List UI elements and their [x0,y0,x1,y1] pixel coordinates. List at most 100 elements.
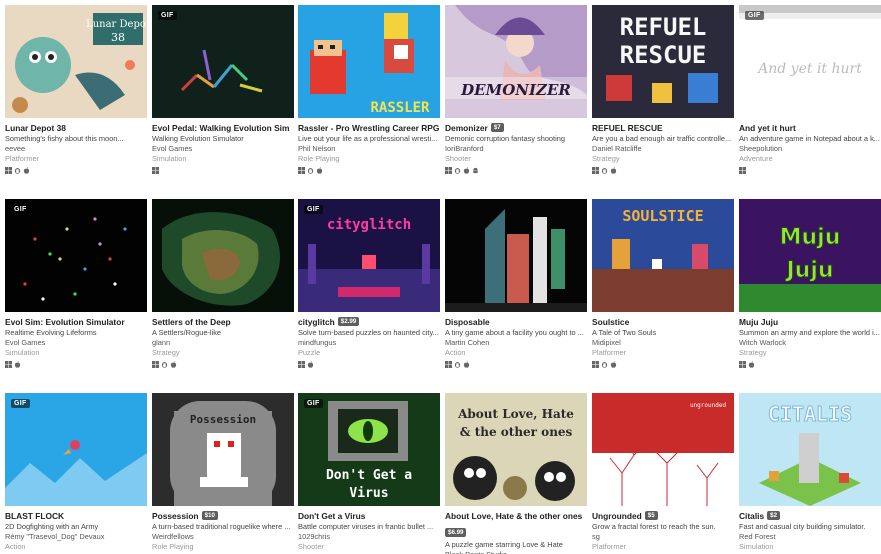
game-author-link[interactable]: Evol Games [152,144,294,154]
game-card[interactable]: cityglitch GIF cityglitch $2.99 Solve turn-b… [298,199,440,369]
game-title-link[interactable]: Rassler - Pro Wrestling Career RPG [298,123,439,133]
game-author-link[interactable]: mindfungus [298,338,440,348]
game-card[interactable]: REFUEL RESCUE REFUEL RESCUE Are you a bad e… [592,5,734,175]
game-description: An adventure game in Notepad about a k..… [739,134,880,143]
game-card[interactable]: GIF Evol Sim: Evolution Simulator Realtime… [5,199,147,369]
game-card[interactable]: Possession Possession $10 A turn-based trad… [152,393,294,552]
game-title-link[interactable]: REFUEL RESCUE [592,123,663,133]
game-thumbnail[interactable]: REFUEL RESCUE [592,5,734,118]
platform-list [445,165,587,175]
game-thumbnail[interactable] [445,199,587,312]
game-description: 2D Dogfighting with an Army [5,522,99,531]
game-genre: Strategy [739,348,767,357]
game-title-link[interactable]: Evol Pedal: Walking Evolution Sim [152,123,289,133]
game-title-link[interactable]: And yet it hurt [739,123,796,133]
game-thumbnail[interactable]: GIF [5,393,147,506]
game-card[interactable]: Lunar Depot 38 Lunar Depot 38 Something's f… [5,5,147,175]
game-card[interactable]: Settlers of the Deep A Settlers/Rogue-lik… [152,199,294,369]
price-badge: $5 [644,511,658,520]
game-genre: Simulation [5,348,40,357]
game-thumbnail[interactable]: DEMONIZER [445,5,587,118]
game-thumbnail[interactable]: Possession [152,393,294,506]
game-title-link[interactable]: Evol Sim: Evolution Simulator [5,317,125,327]
game-card[interactable]: Don't Get a Virus GIF Don't Get a Virus Batt… [298,393,440,552]
title-row: Muju Juju [739,316,881,327]
game-author-link[interactable]: Sheepolution [739,144,881,154]
game-author-link[interactable]: Phil Nelson [298,144,440,154]
game-thumbnail[interactable]: CITALIS [739,393,881,506]
game-title-link[interactable]: cityglitch [298,317,335,327]
game-author-link[interactable]: sg [592,532,734,542]
game-card[interactable]: Disposable A tiny game about a facility y… [445,199,587,369]
game-title-link[interactable]: Soulstice [592,317,629,327]
title-row: Evol Sim: Evolution Simulator [5,316,147,327]
svg-text:cityglitch: cityglitch [327,217,411,233]
svg-text:Virus: Virus [349,486,388,501]
game-thumbnail[interactable]: RASSLER [298,5,440,118]
game-title-link[interactable]: Demonizer [445,123,488,133]
game-author-link[interactable]: Daniel Ratcliffe [592,144,734,154]
game-thumbnail[interactable]: GIF [5,199,147,312]
game-thumbnail[interactable]: cityglitch GIF [298,199,440,312]
game-author-link[interactable]: glann [152,338,294,348]
mac-icon [14,360,21,368]
game-card[interactable]: RASSLER Rassler - Pro Wrestling Career RP… [298,5,440,175]
game-author-link[interactable]: IoriBranford [445,144,587,154]
game-thumbnail[interactable]: ungrounded [592,393,734,506]
game-card[interactable]: CITALIS Citalis $2 Fast and casual city bui… [739,393,881,552]
game-card[interactable]: ungrounded Ungrounded $5 Grow a fractal for… [592,393,734,552]
game-title-link[interactable]: Ungrounded [592,511,642,521]
game-author-link[interactable]: eevee [5,144,147,154]
svg-text:DEMONIZER: DEMONIZER [460,81,571,99]
game-card[interactable]: DEMONIZER Demonizer $7 Demonic corruption f… [445,5,587,175]
game-author-link[interactable]: 1029chris [298,532,440,542]
game-title-link[interactable]: About Love, Hate & the other ones [445,511,582,521]
game-thumbnail[interactable]: And yet it hurt GIF [739,5,881,118]
gif-badge: GIF [745,11,764,20]
game-author-link[interactable]: Black Pants Studio [445,550,587,554]
game-title-link[interactable]: Disposable [445,317,490,327]
game-thumbnail[interactable]: Muju Juju [739,199,881,312]
game-card[interactable]: SOULSTICE Soulstice A Tale of Two Souls Mid… [592,199,734,369]
game-author-link[interactable]: Midipixel [592,338,734,348]
linux-icon [601,361,608,368]
game-author-link[interactable]: Martin Cohen [445,338,587,348]
price-badge: $2 [767,511,781,520]
game-title-link[interactable]: Settlers of the Deep [152,317,231,327]
windows-icon [298,166,305,174]
game-title-link[interactable]: Muju Juju [739,317,778,327]
game-thumbnail[interactable]: Don't Get a Virus GIF [298,393,440,506]
game-thumbnail[interactable]: About Love, Hate & the other ones [445,393,587,506]
windows-icon [5,360,12,368]
game-title-link[interactable]: Don't Get a Virus [298,511,365,521]
game-card[interactable]: GIF BLAST FLOCK 2D Dogfighting with an Arm… [5,393,147,552]
game-author-link[interactable]: Weirdfellows [152,532,294,542]
game-thumbnail[interactable]: SOULSTICE [592,199,734,312]
game-title-link[interactable]: Lunar Depot 38 [5,123,66,133]
game-genre: Strategy [152,348,180,357]
game-thumbnail[interactable] [152,199,294,312]
title-row: Soulstice [592,316,734,327]
game-title-link[interactable]: Possession [152,511,199,521]
title-row: And yet it hurt [739,122,881,133]
game-card[interactable]: Muju Juju Muju Juju Summon an army and expl… [739,199,881,369]
game-genre: Platformer [592,542,627,551]
game-card[interactable]: And yet it hurt GIF And yet it hurt An adve… [739,5,881,175]
mac-icon [610,360,617,368]
game-description: Solve turn-based puzzles on haunted city… [298,328,439,337]
game-author-link[interactable]: Evol Games [5,338,147,348]
game-author-link[interactable]: Witch Warlock [739,338,881,348]
game-description: A turn-based traditional roguelike where… [152,522,291,531]
game-genre: Adventure [739,154,773,163]
game-thumbnail[interactable]: GIF [152,5,294,118]
game-author-link[interactable]: Red Forest [739,532,881,542]
game-title-link[interactable]: Citalis [739,511,764,521]
game-genre: Strategy [592,154,620,163]
game-card[interactable]: GIF Evol Pedal: Walking Evolution Sim Walk… [152,5,294,175]
game-thumbnail[interactable]: Lunar Depot 38 [5,5,147,118]
game-card[interactable]: About Love, Hate & the other ones About Lo… [445,393,587,554]
game-author-link[interactable]: Rémy "Trasevol_Dog" Devaux [5,532,147,542]
game-title-link[interactable]: BLAST FLOCK [5,511,64,521]
linux-icon [14,167,21,174]
windows-icon [445,166,452,174]
